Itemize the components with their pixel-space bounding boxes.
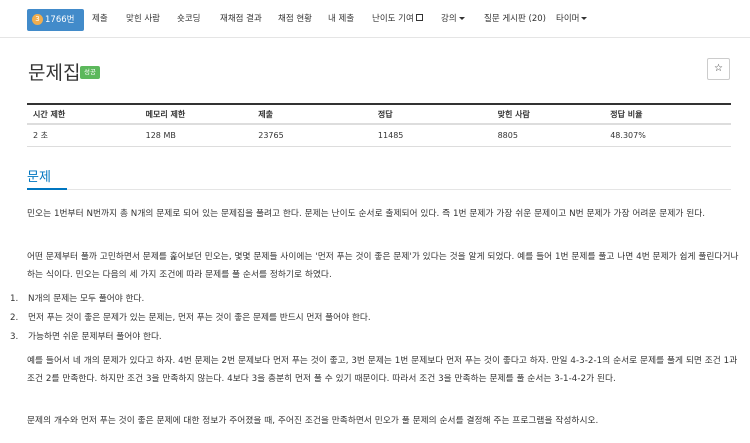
problem-info-table: 시간 제한 메모리 제한 제출 정답 맞힌 사람 정답 비율 2 초 128 M…: [27, 103, 731, 147]
table-header: 제출: [252, 103, 372, 125]
chevron-down-icon: [458, 17, 465, 20]
section-title: 문제: [27, 170, 51, 185]
nav-judge-status[interactable]: 채점 현황: [278, 12, 312, 26]
nav-difficulty-contribution[interactable]: 난이도 기여: [372, 12, 423, 26]
accept-ratio-cell: 48.307%: [604, 124, 731, 147]
submissions-cell: 23765: [252, 124, 372, 147]
table-header: 메모리 제한: [139, 103, 253, 125]
top-nav: 3 1766번 제출 맞힌 사람 숏코딩 재채점 결과 채점 현황 내 제출 난이…: [0, 0, 750, 38]
chevron-down-icon: [581, 17, 588, 20]
problem-paragraph: 민오는 1번부터 N번까지 총 N개의 문제로 되어 있는 문제집을 풀려고 한…: [27, 209, 706, 219]
nav-timer[interactable]: 타이머: [556, 12, 588, 26]
list-item: 2. 먼저 푸는 것이 좋은 문제가 있는 문제는, 먼저 푸는 것이 좋은 문제…: [10, 313, 371, 323]
status-badge: 성공: [80, 66, 100, 79]
solved-users-cell: 8805: [491, 124, 605, 147]
table-header: 정답 비율: [604, 103, 731, 125]
memory-limit-cell: 128 MB: [139, 124, 253, 147]
list-item: 1. N개의 문제는 모두 풀어야 한다.: [10, 294, 145, 304]
table-header-row: 시간 제한 메모리 제한 제출 정답 맞힌 사람 정답 비율: [27, 103, 731, 125]
problem-number-label: 1766번: [45, 15, 75, 25]
nav-submit[interactable]: 제출: [92, 12, 108, 26]
nav-short-coding[interactable]: 숏코딩: [177, 12, 200, 26]
problem-paragraph: 문제의 개수와 먼저 푸는 것이 좋은 문제에 대한 정보가 주어졌을 때, 주…: [27, 416, 599, 426]
external-link-icon: [415, 14, 423, 21]
nav-rejudge-results[interactable]: 재채점 결과: [220, 12, 262, 26]
table-row: 2 초 128 MB 23765 11485 8805 48.307%: [27, 124, 731, 147]
table-header: 시간 제한: [27, 103, 140, 125]
nav-my-submissions[interactable]: 내 제출: [328, 12, 354, 26]
nav-solved-users[interactable]: 맞힌 사람: [126, 12, 160, 26]
table-header: 맞힌 사람: [491, 103, 605, 125]
tier-badge-icon: 3: [32, 14, 43, 25]
table-header: 정답: [371, 103, 492, 125]
accepted-cell: 11485: [371, 124, 492, 147]
title-row: 문제집 성공 ☆: [27, 56, 731, 86]
star-button[interactable]: ☆: [707, 58, 730, 80]
page-title: 문제집: [28, 62, 81, 84]
time-limit-cell: 2 초: [27, 124, 140, 147]
problem-paragraph: 어떤 문제부터 풀까 고민하면서 문제를 훑어보던 민오는, 몇몇 문제들 사이…: [27, 252, 739, 280]
nav-lectures[interactable]: 강의: [441, 12, 465, 26]
problem-paragraph: 예를 들어서 네 개의 문제가 있다고 하자. 4번 문제는 2번 문제보다 먼…: [27, 356, 738, 384]
section-underline: [27, 188, 67, 190]
star-icon: ☆: [714, 63, 723, 74]
nav-question-board[interactable]: 질문 게시판 (20): [484, 12, 546, 26]
list-item: 3. 가능하면 쉬운 문제부터 풀어야 한다.: [10, 332, 162, 342]
problem-number-button[interactable]: 3 1766번: [27, 9, 84, 31]
section-divider: [27, 189, 731, 190]
